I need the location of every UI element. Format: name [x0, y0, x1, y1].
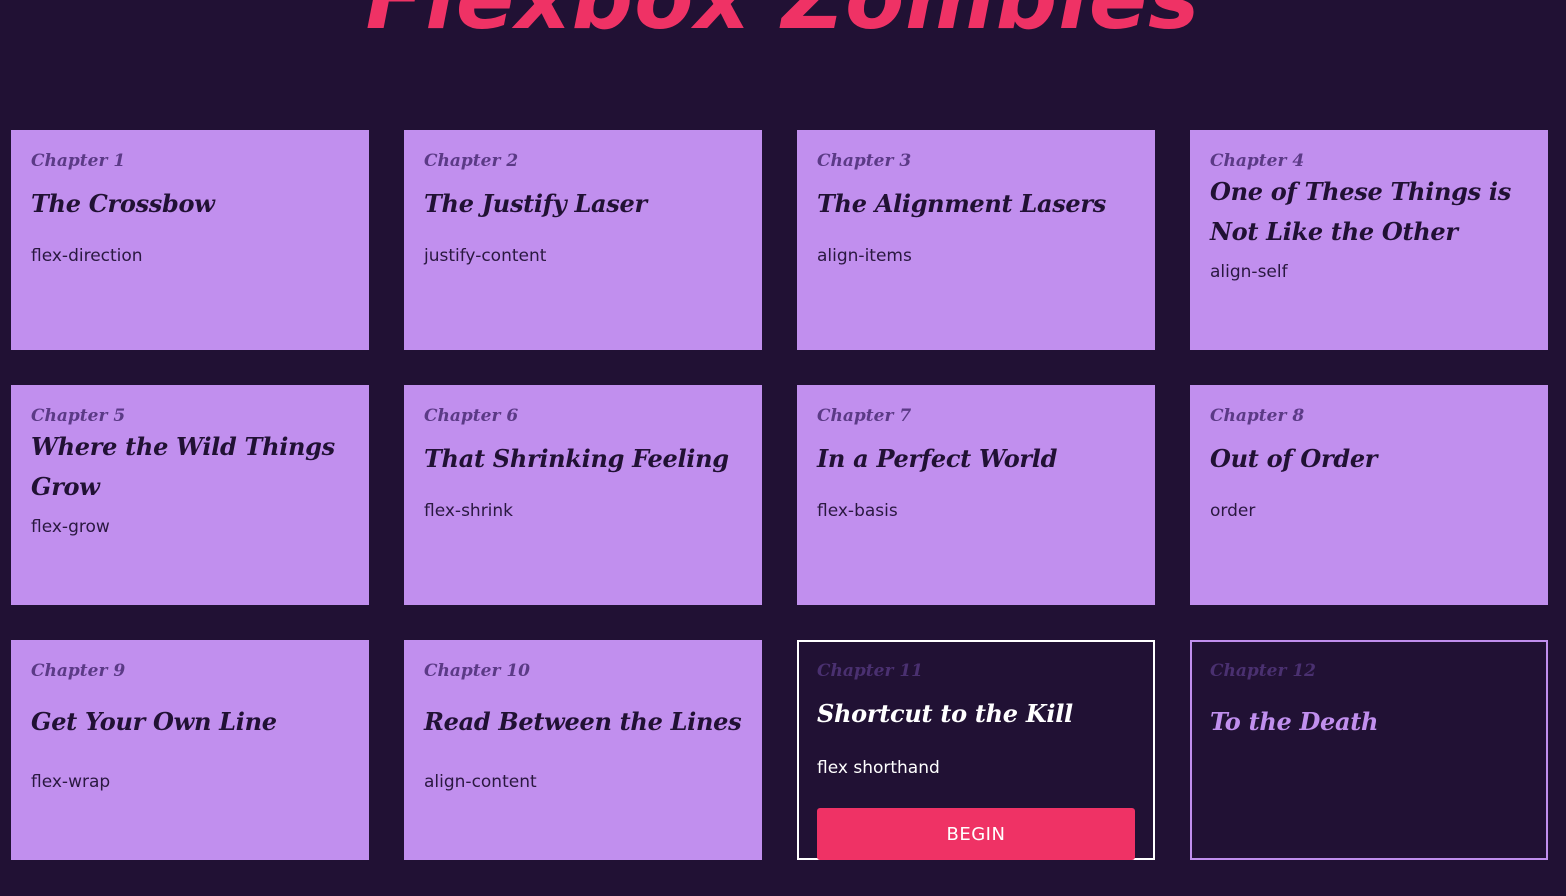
chapter-number: Chapter 5 — [31, 406, 126, 426]
chapter-topic: align-self — [1210, 262, 1288, 282]
chapter-title: Read Between the Lines — [424, 707, 742, 736]
chapter-topic: flex shorthand — [817, 758, 940, 778]
chapter-number: Chapter 1 — [31, 151, 126, 171]
chapter-number: Chapter 4 — [1210, 151, 1305, 171]
chapter-topic: align-content — [424, 772, 537, 792]
chapter-card-11-current[interactable]: Chapter 11 Shortcut to the Kill flex sho… — [797, 640, 1155, 860]
chapter-title: Where the Wild Things Grow — [31, 432, 335, 501]
chapter-title: Out of Order — [1210, 444, 1378, 473]
chapter-number: Chapter 7 — [817, 406, 912, 426]
chapter-topic: flex-grow — [31, 517, 110, 537]
chapter-title: Shortcut to the Kill — [817, 699, 1073, 728]
chapter-number: Chapter 3 — [817, 151, 912, 171]
chapter-title: The Crossbow — [31, 189, 215, 218]
begin-button[interactable]: BEGIN — [817, 808, 1135, 860]
chapter-card-8[interactable]: Chapter 8 Out of Order order — [1190, 385, 1548, 605]
chapter-card-9[interactable]: Chapter 9 Get Your Own Line flex-wrap — [11, 640, 369, 860]
chapter-number: Chapter 6 — [424, 406, 519, 426]
chapter-topic: flex-basis — [817, 501, 898, 521]
chapter-number: Chapter 9 — [31, 661, 126, 681]
chapter-title: The Alignment Lasers — [817, 189, 1106, 218]
chapter-card-12-locked: Chapter 12 To the Death — [1190, 640, 1548, 860]
chapter-number: Chapter 2 — [424, 151, 519, 171]
chapter-card-7[interactable]: Chapter 7 In a Perfect World flex-basis — [797, 385, 1155, 605]
chapter-title: To the Death — [1210, 707, 1379, 736]
chapter-title: The Justify Laser — [424, 189, 647, 218]
chapter-card-4[interactable]: Chapter 4 One of These Things is Not Lik… — [1190, 130, 1548, 350]
chapter-topic: justify-content — [424, 246, 547, 266]
chapter-grid: Chapter 1 The Crossbow flex-direction Ch… — [11, 130, 1548, 860]
chapter-card-1[interactable]: Chapter 1 The Crossbow flex-direction — [11, 130, 369, 350]
chapter-title: That Shrinking Feeling — [424, 444, 729, 473]
chapter-title: One of These Things is Not Like the Othe… — [1210, 177, 1511, 246]
chapter-number: Chapter 11 — [817, 661, 923, 681]
chapter-number: Chapter 10 — [424, 661, 530, 681]
chapter-card-2[interactable]: Chapter 2 The Justify Laser justify-cont… — [404, 130, 762, 350]
site-title: Flexbox Zombies — [0, 0, 1566, 42]
chapter-card-3[interactable]: Chapter 3 The Alignment Lasers align-ite… — [797, 130, 1155, 350]
chapter-number: Chapter 8 — [1210, 406, 1305, 426]
chapter-card-10[interactable]: Chapter 10 Read Between the Lines align-… — [404, 640, 762, 860]
chapter-topic: order — [1210, 501, 1256, 521]
chapter-card-5[interactable]: Chapter 5 Where the Wild Things Grow fle… — [11, 385, 369, 605]
chapter-topic: flex-direction — [31, 246, 143, 266]
chapter-card-6[interactable]: Chapter 6 That Shrinking Feeling flex-sh… — [404, 385, 762, 605]
page: Flexbox Zombies Chapter 1 The Crossbow f… — [0, 0, 1566, 896]
chapter-topic: flex-wrap — [31, 772, 111, 792]
chapter-title: In a Perfect World — [817, 444, 1058, 473]
chapter-topic: flex-shrink — [424, 501, 514, 521]
chapter-topic: align-items — [817, 246, 912, 266]
chapter-number: Chapter 12 — [1210, 661, 1316, 681]
chapter-title: Get Your Own Line — [31, 707, 277, 736]
